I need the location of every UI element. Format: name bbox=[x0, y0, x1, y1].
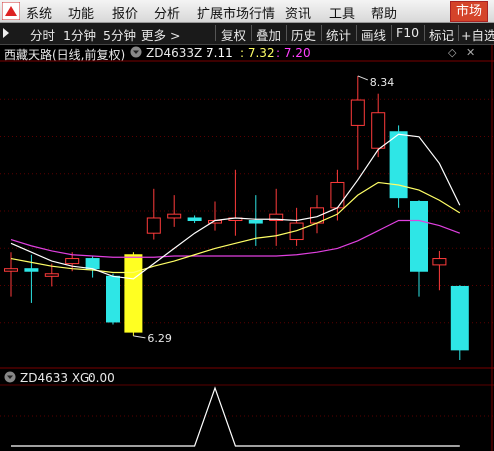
kline-chart[interactable]: 8.34 6.29 bbox=[0, 0, 494, 451]
candle-body bbox=[44, 273, 59, 277]
candle-body bbox=[146, 217, 161, 234]
candle-body bbox=[65, 258, 80, 265]
candle-body bbox=[410, 200, 428, 272]
xg-signal-line bbox=[11, 386, 460, 447]
candle-body bbox=[124, 254, 143, 333]
candle-body bbox=[167, 213, 182, 219]
candle-body bbox=[248, 220, 263, 224]
candle-body bbox=[389, 131, 408, 199]
candle-body bbox=[450, 285, 469, 351]
candle-body bbox=[432, 258, 447, 266]
low-marker-arrow bbox=[133, 335, 146, 339]
candle-body bbox=[106, 275, 120, 323]
high-price-label: 8.34 bbox=[370, 76, 395, 89]
candle-body bbox=[24, 268, 39, 272]
candle-body bbox=[371, 112, 386, 149]
candle-body bbox=[85, 258, 100, 270]
candle-body bbox=[350, 99, 365, 126]
high-marker-arrow bbox=[357, 75, 368, 81]
candle-body bbox=[4, 268, 18, 272]
low-price-label: 6.29 bbox=[147, 332, 172, 345]
candle-body bbox=[330, 181, 345, 209]
candle-body bbox=[187, 217, 202, 222]
